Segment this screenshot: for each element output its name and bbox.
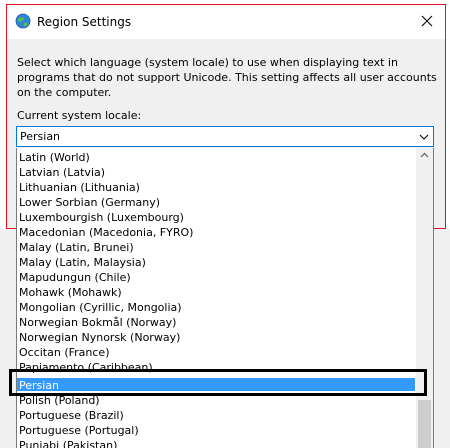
list-item[interactable]: Mapudungun (Chile) <box>17 270 415 285</box>
current-locale-label: Current system locale: <box>17 109 142 122</box>
list-item[interactable]: Lower Sorbian (Germany) <box>17 195 415 210</box>
system-locale-dropdown[interactable]: Persian <box>16 126 434 147</box>
locale-list[interactable]: Punjabi (Pakistan) Portuguese (Portugal) P… <box>16 148 434 448</box>
chevron-down-icon <box>419 132 429 142</box>
list-item[interactable]: Luxembourgish (Luxembourg) <box>17 210 415 225</box>
background-left <box>0 229 16 448</box>
list-item[interactable]: Occitan (France) <box>17 345 415 360</box>
scroll-up-button[interactable] <box>416 148 433 165</box>
list-item[interactable]: Malay (Latin, Malaysia) <box>17 255 415 270</box>
scroll-thumb[interactable] <box>418 400 431 448</box>
list-item[interactable]: Latvian (Latvia) <box>17 165 415 180</box>
close-icon <box>421 15 433 30</box>
list-item[interactable]: Mohawk (Mohawk) <box>17 285 415 300</box>
list-item[interactable]: Lithuanian (Lithuania) <box>17 180 415 195</box>
list-item[interactable]: Punjabi (Pakistan) <box>17 438 415 448</box>
close-button[interactable] <box>409 5 445 39</box>
list-item[interactable]: Malay (Latin, Brunei) <box>17 240 415 255</box>
globe-icon <box>15 13 31 29</box>
title-bar[interactable]: Region Settings <box>7 5 445 39</box>
system-locale-value: Persian <box>20 130 61 143</box>
list-item[interactable]: Mongolian (Cyrillic, Mongolia) <box>17 300 415 315</box>
list-item[interactable]: Portuguese (Brazil) <box>17 408 415 423</box>
screen: Region Settings Select which language (s… <box>0 0 450 448</box>
list-item[interactable]: Papiamento (Caribbean) <box>17 360 415 375</box>
list-item[interactable]: Macedonian (Macedonia, FYRO) <box>17 225 415 240</box>
list-scrollbar[interactable] <box>416 148 433 448</box>
list-item[interactable]: Latin (World) <box>17 150 415 165</box>
list-item[interactable]: Portuguese (Portugal) <box>17 423 415 438</box>
list-item[interactable]: Polish (Poland) <box>17 393 415 408</box>
list-item[interactable]: Norwegian Bokmål (Norway) <box>17 315 415 330</box>
chevron-up-icon <box>420 150 429 163</box>
list-item-selected[interactable]: Persian <box>17 377 415 392</box>
background-right <box>434 229 450 448</box>
description-text: Select which language (system locale) to… <box>17 56 437 99</box>
window-title: Region Settings <box>37 15 132 29</box>
list-item[interactable]: Norwegian Nynorsk (Norway) <box>17 330 415 345</box>
